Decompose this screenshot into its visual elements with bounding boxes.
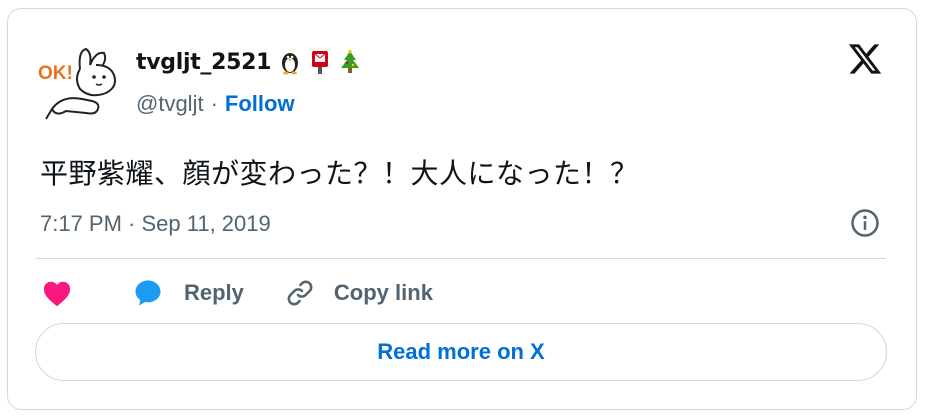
name-emojis [277,49,363,75]
author-display-name[interactable]: tvgljt_2521 [136,50,271,75]
tweet-embed-card: OK! tvgljt_2521 @tvgljt · Follow 平野紫耀、顔が… [7,8,917,410]
tweet-timestamp[interactable]: 7:17 PM · Sep 11, 2019 [40,211,271,237]
info-icon[interactable] [850,208,880,238]
divider [36,258,886,259]
read-more-button[interactable]: Read more on X [35,323,887,381]
x-logo-icon[interactable] [847,41,883,77]
speech-bubble-icon [135,280,161,306]
penguin-emoji-icon [282,53,299,75]
separator-dot: · [210,91,218,116]
christmas-tree-emoji-icon [341,49,360,73]
follow-link[interactable]: Follow [225,91,295,117]
avatar[interactable]: OK! [36,39,126,123]
action-bar: Reply Copy link [42,277,433,309]
author-handle[interactable]: @tvgljt [136,91,204,117]
link-icon [287,280,313,306]
mailbox-emoji-icon [312,51,329,74]
copy-link-label: Copy link [333,280,433,305]
heart-icon [43,281,71,307]
author-handle-row: @tvgljt · Follow [136,91,295,117]
reply-button[interactable]: Reply [132,278,244,308]
reply-label: Reply [184,280,244,305]
author-name-row: tvgljt_2521 [136,49,363,75]
tweet-text: 平野紫耀、顔が変わった？！大人になった！？ [40,157,639,190]
read-more-label: Read more on X [377,339,545,364]
avatar-ok-text: OK! [38,63,73,84]
copy-link-button[interactable]: Copy link [284,277,433,309]
like-button[interactable] [42,279,72,307]
